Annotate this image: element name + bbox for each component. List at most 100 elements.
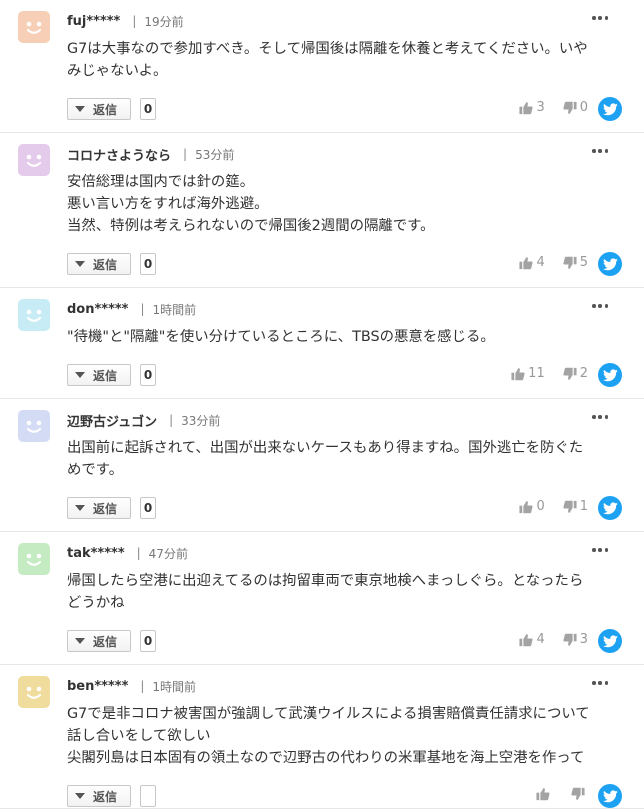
smiley-face-icon <box>26 309 42 322</box>
comment-body: G7は大事なので参加すべき。そして帰国後は隔離を休養と考えてください。いや みじゃ… <box>67 38 616 82</box>
caret-down-icon <box>75 372 85 378</box>
vote-group <box>536 787 588 801</box>
username[interactable]: ben***** <box>67 679 128 694</box>
comment-text-line: 帰国したら空港に出迎えてるのは拘留車両で東京地検へまっしぐら。となったら <box>67 573 584 589</box>
twitter-share-button[interactable] <box>598 629 622 653</box>
reply-label: 返信 <box>93 102 118 117</box>
avatar[interactable] <box>18 410 50 442</box>
twitter-share-button[interactable] <box>598 496 622 520</box>
thumbs-up-icon <box>519 256 533 269</box>
smiley-face-icon <box>26 420 42 433</box>
like-count: 3 <box>536 100 545 115</box>
reply-count: 0 <box>140 497 156 519</box>
dislike-button[interactable]: 5 <box>563 255 588 270</box>
separator: | <box>169 413 174 427</box>
thumbs-up-icon <box>519 101 533 114</box>
comment-text-line: みじゃないよ。 <box>67 63 168 79</box>
reply-label: 返信 <box>93 501 118 516</box>
reply-button[interactable]: 返信 <box>67 98 131 120</box>
reply-label: 返信 <box>93 634 118 649</box>
reply-button[interactable]: 返信 <box>67 364 131 386</box>
twitter-share-button[interactable] <box>598 784 622 808</box>
username[interactable]: don***** <box>67 302 128 317</box>
twitter-icon <box>602 102 618 115</box>
timestamp: 47分前 <box>148 546 188 561</box>
smiley-face-icon <box>26 154 42 167</box>
twitter-share-button[interactable] <box>598 252 622 276</box>
dislike-count: 3 <box>579 632 588 647</box>
like-button[interactable]: 4 <box>519 255 545 270</box>
dislike-button[interactable] <box>571 787 588 801</box>
caret-down-icon <box>75 106 85 112</box>
more-dots-icon[interactable] <box>592 15 608 21</box>
dislike-button[interactable]: 0 <box>563 100 588 115</box>
reply-button[interactable]: 返信 <box>67 497 131 519</box>
username[interactable]: tak***** <box>67 546 125 561</box>
like-button[interactable]: 11 <box>511 366 545 381</box>
avatar[interactable] <box>18 676 50 708</box>
comment-actions: 返信 0 0 1 <box>67 496 622 521</box>
more-dots-icon[interactable] <box>592 680 608 686</box>
comment-header: ben***** | 1時間前 <box>67 677 196 695</box>
comment-body: 帰国したら空港に出迎えてるのは拘留車両で東京地検へまっしぐら。となったら どうかね <box>67 570 616 614</box>
twitter-share-button[interactable] <box>598 363 622 387</box>
smiley-face-icon <box>26 686 42 699</box>
caret-down-icon <box>75 638 85 644</box>
twitter-share-button[interactable] <box>598 97 622 121</box>
like-button[interactable]: 4 <box>519 632 545 647</box>
like-button[interactable] <box>536 787 553 801</box>
comment-item: fuj***** | 19分前 G7は大事なので参加すべき。そして帰国後は隔離を… <box>0 0 644 133</box>
username[interactable]: コロナさようなら <box>67 145 171 164</box>
more-dots-icon[interactable] <box>592 414 608 420</box>
comment-text-line: 話し合いをして欲しい <box>67 728 211 744</box>
comment-actions: 返信 0 4 <box>67 252 622 277</box>
caret-down-icon <box>75 505 85 511</box>
like-count: 0 <box>536 499 545 514</box>
dislike-count: 0 <box>579 100 588 115</box>
more-dots-icon[interactable] <box>592 547 608 553</box>
comment-item: 辺野古ジュゴン | 33分前 出国前に起訴されて、出国が出来ないケースもあり得ま… <box>0 399 644 532</box>
avatar[interactable] <box>18 299 50 331</box>
timestamp: 33分前 <box>181 413 221 428</box>
vote-group: 0 1 <box>519 499 588 514</box>
dislike-button[interactable]: 1 <box>563 499 588 514</box>
comment-body: 安倍総理は国内では針の筵。 悪い言い方をすれば海外逃避。 当然、特例は考えられないの… <box>67 171 616 237</box>
like-count: 4 <box>536 255 545 270</box>
separator: | <box>183 147 188 161</box>
dislike-button[interactable]: 2 <box>563 366 588 381</box>
vote-group: 4 3 <box>519 632 588 647</box>
comment-actions: 返信 0 11 2 <box>67 363 622 388</box>
like-button[interactable]: 3 <box>519 100 545 115</box>
avatar[interactable] <box>18 144 50 176</box>
avatar[interactable] <box>18 11 50 43</box>
vote-group: 11 2 <box>511 366 588 381</box>
twitter-icon <box>602 789 618 802</box>
vote-group: 3 0 <box>519 100 588 115</box>
smiley-face-icon <box>26 553 42 566</box>
dislike-count: 2 <box>579 366 588 381</box>
reply-label: 返信 <box>93 257 118 272</box>
dislike-count: 5 <box>579 255 588 270</box>
thumbs-up-icon <box>519 633 533 646</box>
more-dots-icon[interactable] <box>592 303 608 309</box>
reply-count: 0 <box>140 98 156 120</box>
reply-button[interactable]: 返信 <box>67 630 131 652</box>
comment-item: tak***** | 47分前 帰国したら空港に出迎えてるのは拘留車両で東京地検… <box>0 532 644 665</box>
thumbs-down-icon <box>563 101 577 114</box>
dislike-button[interactable]: 3 <box>563 632 588 647</box>
username[interactable]: 辺野古ジュゴン <box>67 411 157 430</box>
username[interactable]: fuj***** <box>67 14 120 29</box>
reply-button[interactable]: 返信 <box>67 253 131 275</box>
timestamp: 53分前 <box>195 147 235 162</box>
dislike-count: 1 <box>579 499 588 514</box>
thumbs-up-icon <box>511 367 525 380</box>
comment-header: tak***** | 47分前 <box>67 544 188 562</box>
reply-button[interactable]: 返信 <box>67 785 131 807</box>
comment-text-line: G7は大事なので参加すべき。そして帰国後は隔離を休養と考えてください。いや <box>67 41 588 57</box>
separator: | <box>140 679 145 693</box>
comment-header: fuj***** | 19分前 <box>67 12 184 30</box>
more-dots-icon[interactable] <box>592 148 608 154</box>
avatar[interactable] <box>18 543 50 575</box>
reply-count: 0 <box>140 364 156 386</box>
like-button[interactable]: 0 <box>519 499 545 514</box>
